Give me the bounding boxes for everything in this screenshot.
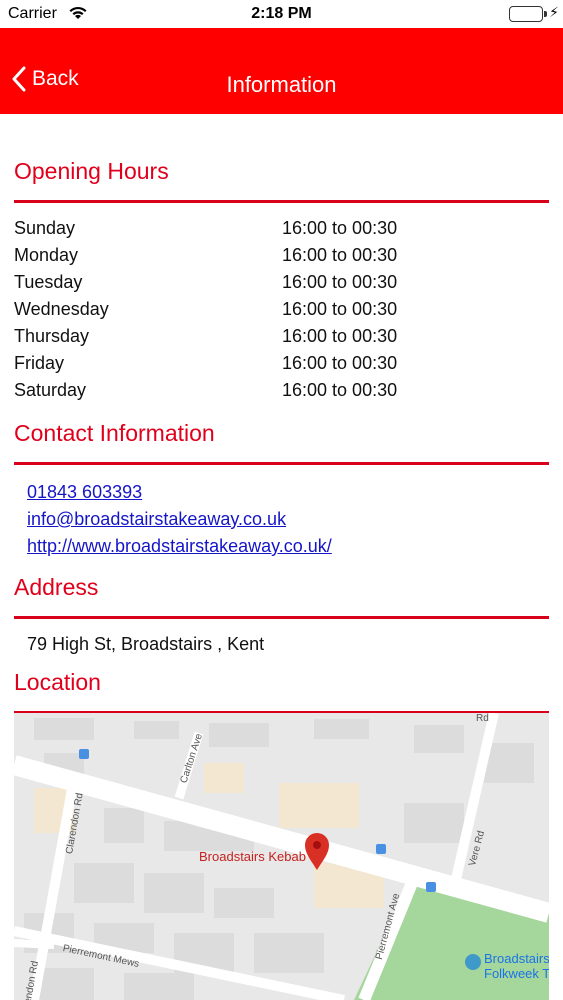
park-label-line1: Broadstairs [484,951,549,966]
opening-hours-list: Sunday 16:00 to 00:30 Monday 16:00 to 00… [14,217,549,406]
hours-row-monday: Monday 16:00 to 00:30 [14,244,549,271]
contact-links: 01843 603393 info@broadstairstakeaway.co… [14,479,549,560]
address-divider [14,616,549,619]
hours-row-friday: Friday 16:00 to 00:30 [14,352,549,379]
hours-day: Saturday [14,380,87,400]
contact-divider [14,462,549,465]
hours-row-saturday: Saturday 16:00 to 00:30 [14,379,549,406]
website-link[interactable]: http://www.broadstairstakeaway.co.uk/ [27,533,549,560]
hours-time: 16:00 to 00:30 [282,218,398,238]
hours-time: 16:00 to 00:30 [282,272,398,292]
marker-label: Broadstairs Kebab [199,849,306,864]
navigation-bar: Back Information [0,28,563,114]
address-heading: Address [14,560,549,616]
email-link[interactable]: info@broadstairstakeaway.co.uk [27,506,549,533]
hours-day: Tuesday [14,272,83,292]
hours-day: Wednesday [14,299,109,319]
hours-row-wednesday: Wednesday 16:00 to 00:30 [14,298,549,325]
battery-icon [509,6,543,22]
hours-row-sunday: Sunday 16:00 to 00:30 [14,217,549,244]
phone-link[interactable]: 01843 603393 [27,479,549,506]
hours-day: Thursday [14,326,90,346]
hours-time: 16:00 to 00:30 [282,299,398,319]
address-text: 79 High St, Broadstairs , Kent [27,634,265,654]
information-content: Opening Hours Sunday 16:00 to 00:30 Mond… [14,114,549,714]
hours-time: 16:00 to 00:30 [282,326,398,346]
opening-hours-heading: Opening Hours [14,114,549,200]
opening-hours-title: Opening Hours [14,158,169,184]
hours-day: Monday [14,245,79,265]
contact-heading: Contact Information [14,406,549,462]
battery-cap [544,11,547,17]
street-top-right-rd: Rd [476,713,489,724]
hours-row-tuesday: Tuesday 16:00 to 00:30 [14,271,549,298]
hours-time: 16:00 to 00:30 [282,380,398,400]
charging-bolt-icon: ⚡ [549,4,559,20]
hours-time: 16:00 to 00:30 [282,245,398,265]
park-label-line2: Folkweek T [484,966,549,981]
status-bar: Carrier 2:18 PM ⚡ [0,0,563,28]
address-title: Address [14,574,99,600]
hours-day: Sunday [14,218,76,238]
hours-row-thursday: Thursday 16:00 to 00:30 [14,325,549,352]
status-time: 2:18 PM [251,5,312,22]
location-heading: Location [14,655,549,711]
page-title: Information [226,72,337,97]
hours-day: Friday [14,353,65,373]
opening-hours-divider [14,200,549,203]
location-title: Location [14,669,101,695]
contact-title: Contact Information [14,420,215,446]
location-map[interactable]: Broadstairs Kebab Broadstairs Folkweek T… [14,713,549,1000]
hours-time: 16:00 to 00:30 [282,353,398,373]
